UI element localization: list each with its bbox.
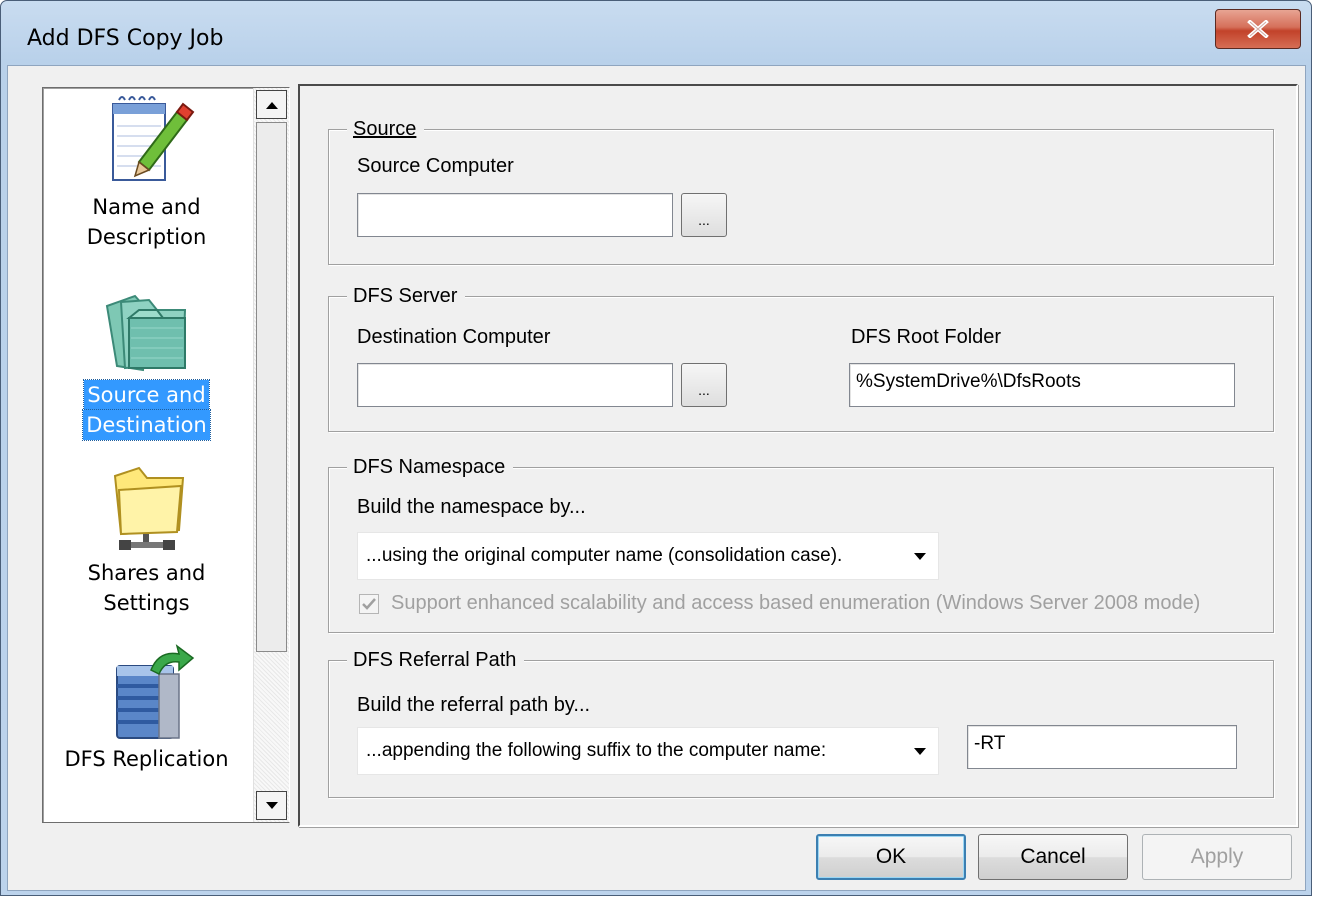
dfs-server-legend: DFS Server xyxy=(347,283,466,309)
dfs-namespace-group: DFS Namespace Build the namespace by... … xyxy=(328,454,1274,633)
nav-item-shares-and-settings[interactable]: Shares and Settings xyxy=(43,462,250,618)
referral-build-label: Build the referral path by... xyxy=(357,694,591,716)
scroll-down-button[interactable] xyxy=(256,791,287,820)
content-panel: Source Source Computer ... DFS Server De… xyxy=(298,84,1298,827)
apply-button[interactable]: Apply xyxy=(1142,834,1292,880)
folders-icon xyxy=(105,294,186,372)
scalability-checkbox-label: Support enhanced scalability and access … xyxy=(391,592,1201,614)
close-x-icon xyxy=(1247,20,1269,38)
scroll-thumb[interactable] xyxy=(256,122,287,652)
referral-mode-select[interactable]: ...appending the following suffix to the… xyxy=(357,727,939,775)
namespace-mode-select[interactable]: ...using the original computer name (con… xyxy=(357,532,939,580)
dialog-client-area: Name and Description Source and Destinat… xyxy=(7,65,1306,891)
destination-computer-label: Destination Computer xyxy=(357,326,551,348)
nav-label-line2: Settings xyxy=(103,591,190,615)
notepad-pencil-icon xyxy=(111,96,194,181)
dropdown-arrow-icon[interactable] xyxy=(906,736,934,768)
source-computer-label: Source Computer xyxy=(357,155,514,177)
arrow-up-icon xyxy=(265,101,278,109)
source-browse-button[interactable]: ... xyxy=(681,193,727,237)
nav-label-line2: Description xyxy=(86,225,207,249)
dfs-referral-path-group: DFS Referral Path Build the referral pat… xyxy=(328,647,1274,798)
scroll-up-button[interactable] xyxy=(256,90,287,119)
nav-item-dfs-replication[interactable]: DFS Replication xyxy=(43,644,250,774)
shared-folder-icon xyxy=(113,466,184,550)
dfs-root-folder-input[interactable]: %SystemDrive%\DfsRoots xyxy=(849,363,1235,407)
nav-label-line2: Destination xyxy=(82,409,211,441)
window-title: Add DFS Copy Job xyxy=(27,26,224,51)
page-navigation-list: Name and Description Source and Destinat… xyxy=(42,87,290,823)
nav-label-line1: DFS Replication xyxy=(64,747,229,771)
dfs-referral-legend: DFS Referral Path xyxy=(347,647,525,673)
namespace-build-label: Build the namespace by... xyxy=(357,496,586,518)
close-button[interactable] xyxy=(1215,9,1301,49)
dialog-window: Add DFS Copy Job Name and Description So… xyxy=(0,0,1312,896)
referral-selected-option: ...appending the following suffix to the… xyxy=(366,740,827,761)
scalability-checkbox[interactable] xyxy=(359,593,379,614)
cancel-button[interactable]: Cancel xyxy=(978,834,1128,880)
destination-browse-button[interactable]: ... xyxy=(681,363,727,407)
ok-button[interactable]: OK xyxy=(816,834,966,880)
scalability-checkbox-row: Support enhanced scalability and access … xyxy=(359,592,1200,615)
dfs-server-group: DFS Server Destination Computer ... DFS … xyxy=(328,283,1274,432)
arrow-down-icon xyxy=(265,801,278,809)
namespace-selected-option: ...using the original computer name (con… xyxy=(366,545,843,566)
nav-label-line1: Source and xyxy=(83,379,210,411)
source-group: Source Source Computer ... xyxy=(328,116,1274,265)
title-bar: Add DFS Copy Job xyxy=(1,1,1311,63)
destination-computer-input[interactable] xyxy=(357,363,673,407)
dropdown-arrow-icon[interactable] xyxy=(906,541,934,573)
referral-suffix-input[interactable]: -RT xyxy=(967,725,1237,769)
nav-item-source-and-destination[interactable]: Source and Destination xyxy=(43,284,250,441)
dfs-namespace-legend: DFS Namespace xyxy=(347,454,514,480)
replication-server-icon xyxy=(115,644,194,739)
nav-label-line1: Shares and xyxy=(87,561,206,585)
nav-label-line1: Name and xyxy=(92,195,201,219)
source-computer-input[interactable] xyxy=(357,193,673,237)
checkmark-icon xyxy=(362,597,376,610)
nav-item-name-and-description[interactable]: Name and Description xyxy=(43,92,250,252)
nav-scrollbar[interactable] xyxy=(253,88,289,822)
source-legend: Source xyxy=(347,116,425,142)
dfs-root-folder-label: DFS Root Folder xyxy=(851,326,1002,348)
